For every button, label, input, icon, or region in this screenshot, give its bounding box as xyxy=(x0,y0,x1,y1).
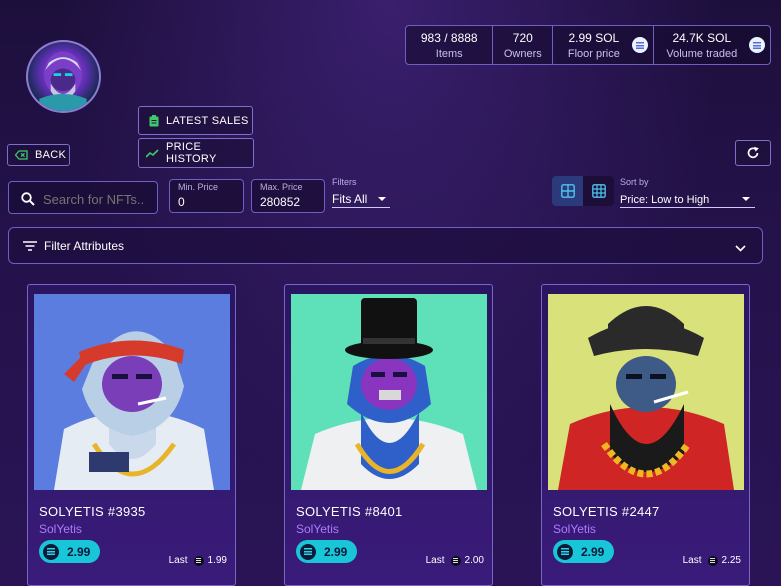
last-sale: Last 2.00 xyxy=(426,555,484,566)
caret-down-icon xyxy=(378,197,386,201)
search-input[interactable] xyxy=(43,190,153,208)
sort-value-row: Price: Low to High xyxy=(620,190,755,208)
clipboard-icon xyxy=(149,114,159,127)
stat-value: 24.7K SOL xyxy=(672,30,732,45)
nft-image[interactable] xyxy=(291,294,487,490)
nft-name: SOLYETIS #2447 xyxy=(553,504,660,519)
grid-large-icon xyxy=(560,184,575,198)
price-history-label: PRICE HISTORY xyxy=(166,141,217,165)
back-label: BACK xyxy=(35,149,67,161)
max-price-field[interactable]: Max. Price 280852 xyxy=(251,179,325,213)
solana-icon xyxy=(450,555,461,566)
filters-value-row: Fits All xyxy=(332,190,390,208)
last-sale: Last 1.99 xyxy=(169,555,227,566)
search-icon xyxy=(21,192,35,211)
solana-icon xyxy=(43,543,59,560)
last-sale-label: Last xyxy=(682,555,702,566)
sort-value: Price: Low to High xyxy=(620,194,710,206)
solana-icon xyxy=(557,543,573,560)
filters-label: Filters xyxy=(332,177,357,187)
nft-collection-link[interactable]: SolYetis xyxy=(296,522,339,536)
solana-icon xyxy=(193,555,204,566)
last-sale: Last 2.25 xyxy=(683,555,741,566)
solana-icon xyxy=(300,543,316,560)
chevron-down-icon xyxy=(735,241,746,255)
stat-volume-traded: 24.7K SOL Volume traded xyxy=(654,26,770,64)
filters-select[interactable]: Filters Fits All xyxy=(332,177,390,209)
stat-label: Items xyxy=(435,47,463,60)
max-price-value[interactable]: 280852 xyxy=(260,195,300,209)
nft-price: 2.99 xyxy=(324,544,348,559)
view-toggle xyxy=(552,176,614,206)
filter-lines-icon xyxy=(23,240,37,251)
min-price-value[interactable]: 0 xyxy=(178,195,185,209)
nft-card[interactable]: SOLYETIS #3935 SolYetis 2.99 Last 1.99 xyxy=(27,284,236,586)
nft-price: 2.99 xyxy=(67,544,91,559)
stat-label: Floor price xyxy=(567,47,620,60)
search-field[interactable] xyxy=(8,181,158,214)
filter-attributes-bar[interactable]: Filter Attributes xyxy=(8,227,763,264)
stat-value: 2.99 SOL xyxy=(568,30,620,45)
nft-card[interactable]: SOLYETIS #8401 SolYetis 2.99 Last 2.00 xyxy=(284,284,493,586)
back-arrow-icon xyxy=(15,150,28,160)
filters-value: Fits All xyxy=(332,192,368,206)
solana-icon xyxy=(749,37,766,53)
nft-image[interactable] xyxy=(548,294,744,490)
grid-large-view-button[interactable] xyxy=(552,176,583,206)
stat-label: Owners xyxy=(503,47,542,60)
nft-price-badge[interactable]: 2.99 xyxy=(553,540,614,563)
stat-label: Volume traded xyxy=(666,47,738,60)
last-sale-label: Last xyxy=(168,555,188,566)
nft-image[interactable] xyxy=(34,294,230,490)
price-history-button[interactable]: PRICE HISTORY xyxy=(138,138,254,168)
nft-name: SOLYETIS #3935 xyxy=(39,504,146,519)
stat-items: 983 / 8888 Items xyxy=(406,26,494,64)
sort-label: Sort by xyxy=(620,177,649,187)
solana-icon xyxy=(631,37,648,53)
back-button[interactable]: BACK xyxy=(7,144,70,166)
refresh-button[interactable] xyxy=(735,140,771,166)
trend-line-icon xyxy=(146,148,159,158)
stat-owners: 720 Owners xyxy=(493,26,554,64)
nft-price-badge[interactable]: 2.99 xyxy=(296,540,357,563)
nft-price: 2.99 xyxy=(581,544,605,559)
last-sale-label: Last xyxy=(425,555,445,566)
nft-card[interactable]: SOLYETIS #2447 SolYetis 2.99 Last 2.25 xyxy=(541,284,750,586)
min-price-label: Min. Price xyxy=(178,182,219,192)
stat-value: 720 xyxy=(512,30,533,45)
stat-value: 983 / 8888 xyxy=(420,30,478,45)
last-sale-value: 1.99 xyxy=(207,555,227,566)
stat-floor-price: 2.99 SOL Floor price xyxy=(553,26,654,64)
collection-avatar xyxy=(26,40,101,113)
sort-select[interactable]: Sort by Price: Low to High xyxy=(620,177,755,209)
nft-collection-link[interactable]: SolYetis xyxy=(39,522,82,536)
nft-name: SOLYETIS #8401 xyxy=(296,504,403,519)
solana-icon xyxy=(707,555,718,566)
last-sale-value: 2.00 xyxy=(464,555,484,566)
refresh-icon xyxy=(746,146,760,160)
filter-attributes-label: Filter Attributes xyxy=(44,238,125,253)
max-price-label: Max. Price xyxy=(260,182,303,192)
latest-sales-label: LATEST SALES xyxy=(166,114,249,127)
nft-price-badge[interactable]: 2.99 xyxy=(39,540,100,563)
nft-collection-link[interactable]: SolYetis xyxy=(553,522,596,536)
grid-small-view-button[interactable] xyxy=(583,176,614,206)
min-price-field[interactable]: Min. Price 0 xyxy=(169,179,244,213)
collection-stats: 983 / 8888 Items 720 Owners 2.99 SOL Flo… xyxy=(405,25,771,65)
grid-small-icon xyxy=(591,184,606,198)
last-sale-value: 2.25 xyxy=(721,555,741,566)
latest-sales-button[interactable]: LATEST SALES xyxy=(138,106,253,135)
caret-down-icon xyxy=(742,197,750,201)
